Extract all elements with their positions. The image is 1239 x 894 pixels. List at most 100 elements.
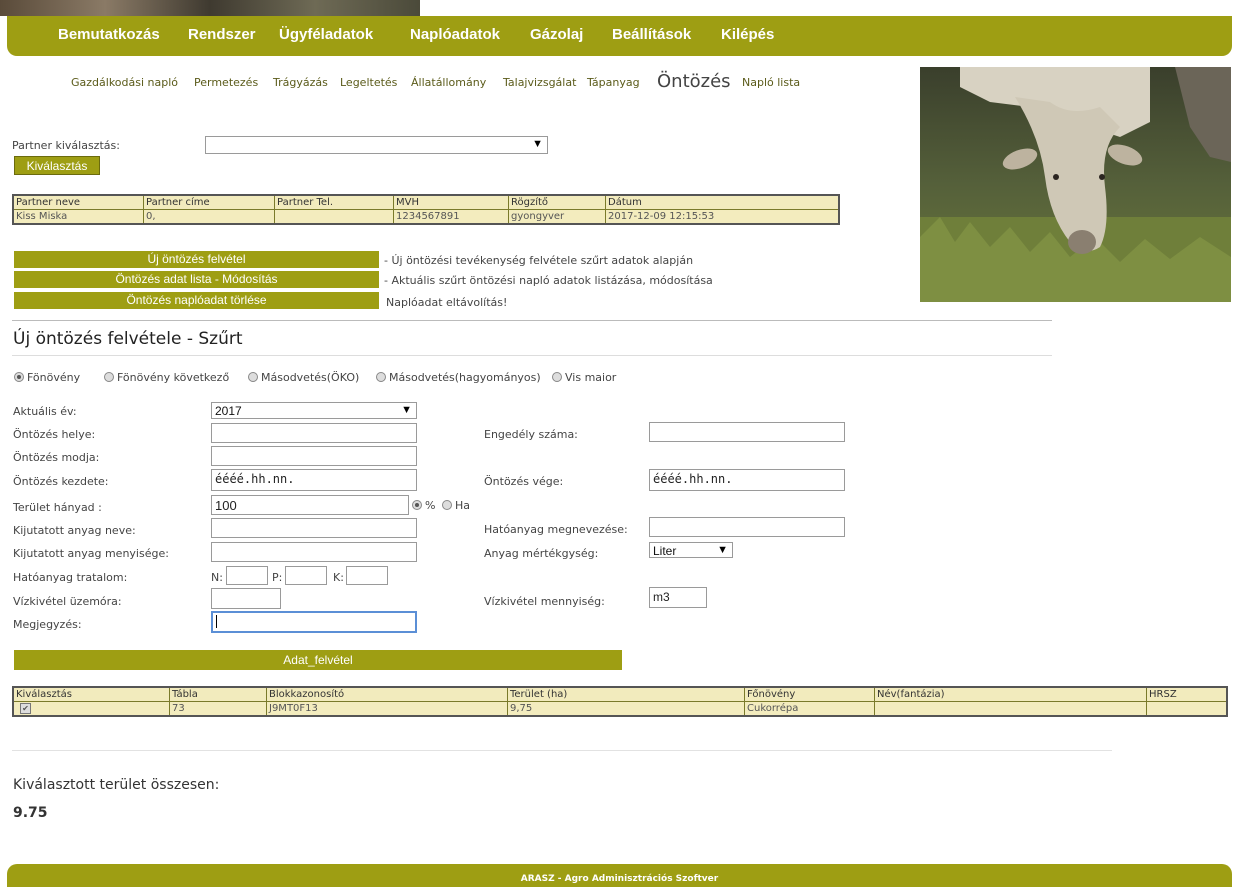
radio-checked-icon [412, 500, 422, 510]
parcel-header-name: Név(fantázia) [874, 686, 1147, 702]
subnav-gazdalkodasi-naplo[interactable]: Gazdálkodási napló [71, 76, 178, 89]
n-input[interactable] [226, 566, 268, 585]
radio-icon [104, 372, 114, 382]
subnav-allatallomany[interactable]: Állatállomány [411, 76, 486, 89]
parcel-hrsz [1146, 701, 1228, 717]
unit-select[interactable]: Liter ▼ [649, 542, 733, 558]
radio-vis-maior[interactable]: Vis maior [552, 371, 616, 384]
partner-select[interactable]: ▼ [205, 136, 548, 154]
new-irrigation-button[interactable]: Új öntözés felvétel [14, 251, 379, 268]
checkbox-checked-icon[interactable]: ✔ [20, 703, 31, 714]
radio-label: Másodvetés(ÖKO) [261, 371, 360, 384]
chevron-down-icon: ▼ [532, 138, 543, 150]
new-irrigation-desc: - Új öntözési tevékenység felvétele szűr… [384, 254, 694, 267]
radio-fonoveny[interactable]: Fönövény [14, 371, 80, 384]
parcel-block-id: J9MT0F13 [266, 701, 508, 717]
parcel-crop: Cukorrépa [744, 701, 875, 717]
area-ratio-input[interactable]: 100 [211, 495, 409, 515]
sheep-photo [920, 67, 1231, 302]
nav-naploadatok[interactable]: Naplóadatok [410, 26, 500, 43]
parcel-table-header: Kiválasztás Tábla Blokkazonosító Terület… [12, 686, 1228, 702]
material-quantity-input[interactable] [211, 542, 417, 562]
footer-text: ARASZ - Agro Adminisztrációs Szoftver [520, 874, 719, 884]
divider [12, 320, 1052, 321]
parcel-table-id: 73 [169, 701, 267, 717]
unit-percent-radio[interactable]: % [412, 499, 435, 512]
p-input[interactable] [285, 566, 327, 585]
nav-bemutatkozas[interactable]: Bemutatkozás [58, 26, 160, 43]
partner-select-button[interactable]: Kiválasztás [14, 156, 100, 175]
divider [12, 355, 1052, 356]
chevron-down-icon: ▼ [401, 404, 412, 416]
parcel-table: Kiválasztás Tábla Blokkazonosító Terület… [12, 686, 1228, 717]
radio-masodvetes-hagyomanyos[interactable]: Másodvetés(hagyományos) [376, 371, 541, 384]
end-date-input[interactable]: éééé.hh.nn. [649, 469, 845, 491]
sheep-photo-graphic [920, 67, 1231, 302]
unit-percent-label: % [425, 499, 436, 512]
nav-gazolaj[interactable]: Gázolaj [530, 26, 583, 43]
submit-button[interactable]: Adat_felvétel [14, 650, 622, 670]
partner-address: 0, [143, 209, 275, 225]
permit-number-label: Engedély száma: [484, 428, 578, 441]
partner-table-header: Partner neve Partner címe Partner Tel. M… [12, 194, 840, 210]
radio-icon [376, 372, 386, 382]
subnav-naplo-lista[interactable]: Napló lista [742, 76, 800, 89]
nav-kilepes[interactable]: Kilépés [721, 26, 774, 43]
year-label: Aktuális év: [13, 405, 77, 418]
water-quantity-label: Vízkivétel mennyiség: [484, 595, 605, 608]
p-label: P: [272, 571, 283, 584]
partner-table: Partner neve Partner címe Partner Tel. M… [12, 194, 840, 225]
subnav-talajvizsgalat[interactable]: Talajvizsgálat [503, 76, 576, 89]
start-date-label: Öntözés kezdete: [13, 475, 109, 488]
partner-phone [274, 209, 394, 225]
radio-masodvetes-oko[interactable]: Másodvetés(ÖKO) [248, 371, 359, 384]
unit-ha-radio[interactable]: Ha [442, 499, 470, 512]
irrigation-delete-button[interactable]: Öntözés naplóadat törlése [14, 292, 379, 309]
k-label: K: [333, 571, 344, 584]
subnav-tragyazas[interactable]: Trágyázás [273, 76, 328, 89]
comment-input[interactable] [211, 611, 417, 633]
year-select[interactable]: 2017 ▼ [211, 402, 417, 419]
section-title: Új öntözés felvétele - Szűrt [13, 329, 243, 349]
partner-date: 2017-12-09 12:15:53 [605, 209, 840, 225]
summary-value: 9.75 [13, 805, 48, 821]
unit-label: Anyag mértékgység: [484, 547, 599, 560]
chevron-down-icon: ▼ [717, 544, 728, 556]
nav-ugyfeladatok[interactable]: Ügyféladatok [279, 26, 373, 43]
parcel-header-hrsz: HRSZ [1146, 686, 1228, 702]
radio-icon [442, 500, 452, 510]
material-name-input[interactable] [211, 518, 417, 538]
irrigation-list-desc: - Aktuális szűrt öntözési napló adatok l… [384, 274, 713, 287]
nav-rendszer[interactable]: Rendszer [188, 26, 256, 43]
pump-hours-input[interactable] [211, 588, 281, 609]
material-name-label: Kijutatott anyag neve: [13, 524, 136, 537]
main-nav: Bemutatkozás Rendszer Ügyféladatok Napló… [7, 16, 1232, 56]
partner-header-recorder: Rögzítő [508, 194, 606, 210]
water-quantity-input[interactable]: m3 [649, 587, 707, 608]
divider [12, 750, 1112, 751]
partner-header-address: Partner címe [143, 194, 275, 210]
irrigation-list-modify-button[interactable]: Öntözés adat lista - Módosítás [14, 271, 379, 288]
location-input[interactable] [211, 423, 417, 443]
radio-label: Fönövény [27, 371, 81, 384]
radio-fonoveny-kovetkezo[interactable]: Fönövény következő [104, 371, 229, 384]
table-row: ✔ 73 J9MT0F13 9,75 Cukorrépa [12, 701, 1228, 717]
partner-header-mvh: MVH [393, 194, 509, 210]
start-date-input[interactable]: éééé.hh.nn. [211, 469, 417, 491]
parcel-header-select: Kiválasztás [12, 686, 170, 702]
parcel-select-cell: ✔ [12, 701, 170, 717]
k-input[interactable] [346, 566, 388, 585]
subnav-ontozes[interactable]: Öntözés [657, 71, 731, 92]
location-label: Öntözés helye: [13, 428, 96, 441]
year-select-value: 2017 [215, 404, 242, 418]
partner-name: Kiss Miska [12, 209, 144, 225]
partner-header-date: Dátum [605, 194, 840, 210]
table-row: Kiss Miska 0, 1234567891 gyongyver 2017-… [12, 209, 840, 225]
subnav-tapanyag[interactable]: Tápanyag [587, 76, 640, 89]
method-input[interactable] [211, 446, 417, 466]
subnav-permetezes[interactable]: Permetezés [194, 76, 258, 89]
permit-number-input[interactable] [649, 422, 845, 442]
nav-beallitasok[interactable]: Beállítások [612, 26, 691, 43]
subnav-legeltetes[interactable]: Legeltetés [340, 76, 397, 89]
active-ingredient-name-input[interactable] [649, 517, 845, 537]
